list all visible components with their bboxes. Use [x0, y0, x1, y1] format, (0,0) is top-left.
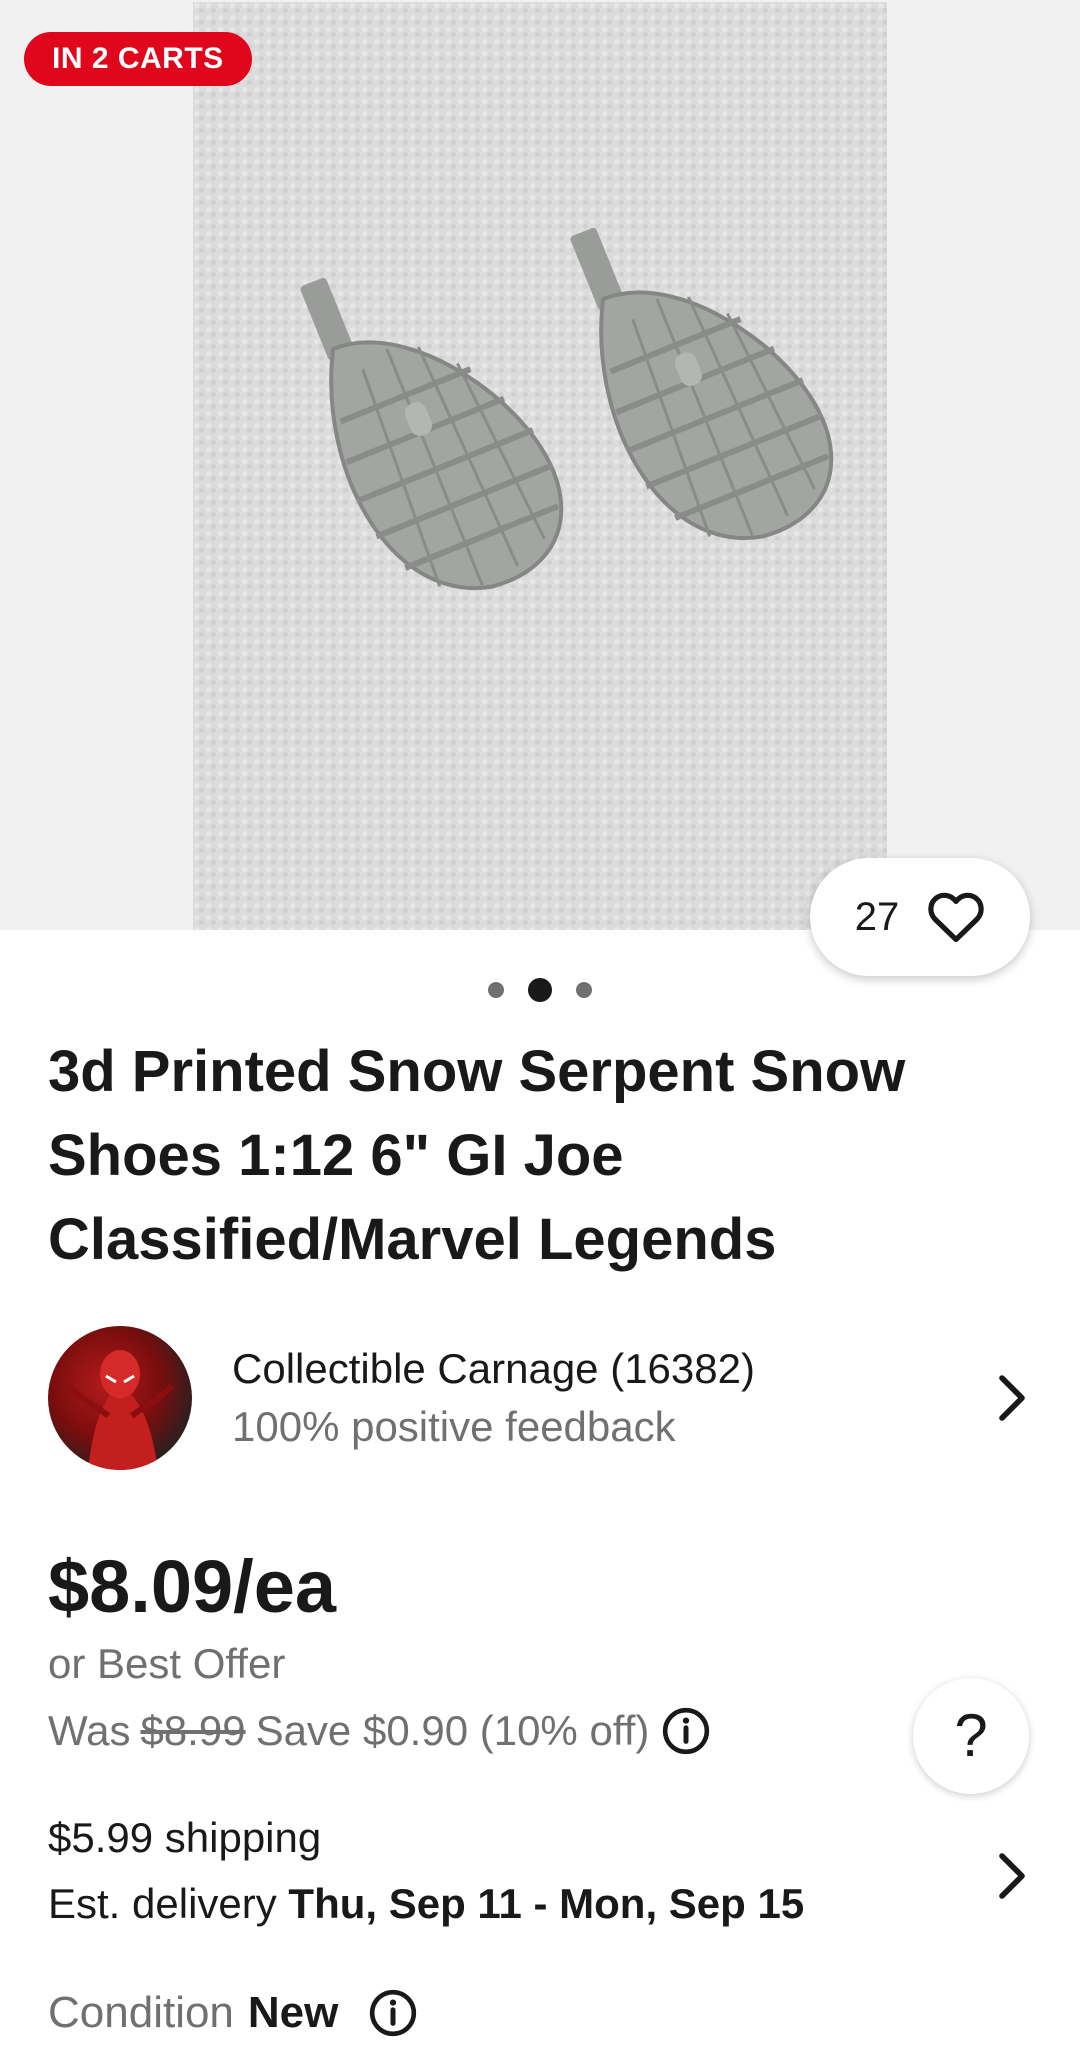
shipping-cost: $5.99 shipping: [48, 1814, 322, 1861]
was-label: Was: [48, 1707, 131, 1754]
condition-row: Condition New: [48, 1988, 418, 2038]
delivery-label: Est. delivery: [48, 1880, 277, 1927]
chevron-right-icon[interactable]: [992, 1850, 1032, 1902]
watch-count: 27: [854, 894, 900, 939]
product-photo[interactable]: [193, 2, 887, 930]
info-icon[interactable]: [368, 1988, 418, 2038]
seller-feedback: 100% positive feedback: [232, 1403, 676, 1450]
seller-avatar: [48, 1326, 192, 1470]
in-carts-badge: IN 2 CARTS: [24, 32, 252, 86]
condition-label: Condition: [48, 1988, 234, 2037]
was-price-row: Was $8.99 Save $0.90 (10% off): [48, 1706, 711, 1756]
condition-value: New: [247, 1988, 339, 2037]
carousel-dot[interactable]: [488, 982, 504, 998]
original-price: $8.99: [140, 1707, 246, 1754]
listing-title: 3d Printed Snow Serpent Snow Shoes 1:12 …: [48, 1039, 906, 1272]
savings-text: Save $0.90 (10% off): [255, 1707, 650, 1754]
chevron-right-icon[interactable]: [992, 1372, 1032, 1424]
help-button[interactable]: ?: [913, 1678, 1029, 1794]
estimated-delivery: Est. delivery Thu, Sep 11 - Mon, Sep 15: [48, 1880, 804, 1928]
carousel-dot[interactable]: [576, 982, 592, 998]
best-offer-text: or Best Offer: [48, 1640, 286, 1687]
product-image-carousel[interactable]: IN 2 CARTS: [0, 0, 1080, 930]
seller-name: Collectible Carnage (16382): [232, 1345, 755, 1392]
carousel-dot-active[interactable]: [528, 978, 552, 1002]
seller-row[interactable]: Collectible Carnage (16382) 100% positiv…: [48, 1324, 1032, 1472]
snowshoes-image: [300, 227, 834, 590]
carousel-indicator[interactable]: [0, 978, 1080, 1002]
watch-button[interactable]: 27: [810, 858, 1030, 976]
item-price: $8.09/ea: [48, 1545, 337, 1628]
avatar-image: [65, 1350, 175, 1470]
info-icon[interactable]: [661, 1706, 711, 1756]
delivery-dates: Thu, Sep 11 - Mon, Sep 15: [288, 1880, 805, 1927]
heart-icon: [928, 892, 984, 943]
